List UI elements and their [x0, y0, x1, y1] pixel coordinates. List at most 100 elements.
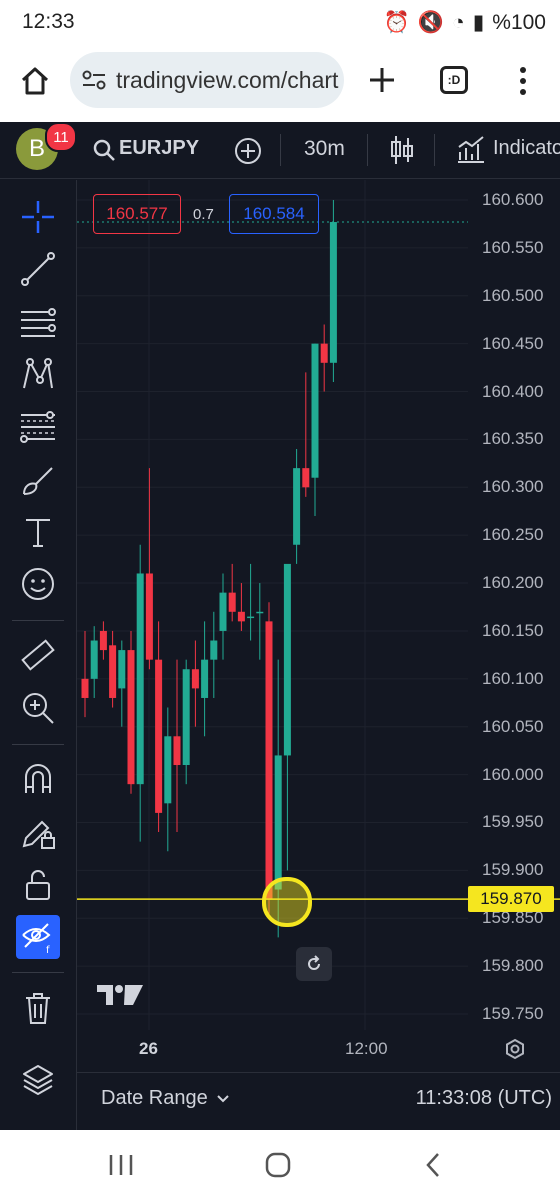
- new-tab-icon[interactable]: [368, 66, 396, 94]
- price-tick-label: 160.550: [482, 237, 544, 257]
- candle-body: [145, 573, 153, 660]
- date-range-button[interactable]: Date Range: [101, 1087, 230, 1110]
- home-nav-icon[interactable]: [264, 1152, 292, 1178]
- trend-line-icon: [21, 252, 55, 286]
- candle-body: [210, 640, 218, 660]
- candle-body: [228, 592, 236, 612]
- object-tree-tool[interactable]: [16, 1058, 60, 1102]
- candle[interactable]: [155, 621, 163, 833]
- candle[interactable]: [201, 621, 209, 737]
- candle-body: [311, 343, 319, 478]
- interval-button[interactable]: 30m: [304, 137, 345, 161]
- emoji-tool[interactable]: [16, 562, 60, 606]
- candle-body: [109, 645, 117, 698]
- spread-label: 0.7: [193, 206, 214, 223]
- zoom-tool[interactable]: [16, 686, 60, 730]
- alarm-icon: ⏰: [383, 10, 410, 34]
- candle[interactable]: [173, 659, 181, 833]
- status-time: 12:33: [22, 10, 75, 33]
- magnet-icon: [25, 764, 51, 793]
- lock-all-tool[interactable]: [16, 863, 60, 907]
- candle-body: [191, 669, 199, 689]
- candle-body: [136, 573, 144, 785]
- indicators-icon[interactable]: [456, 134, 486, 164]
- fib-tool[interactable]: [16, 405, 60, 449]
- candle[interactable]: [145, 468, 153, 670]
- candle-body: [81, 678, 89, 698]
- candle[interactable]: [109, 630, 117, 708]
- candle-body: [320, 343, 328, 363]
- candle[interactable]: [237, 583, 245, 631]
- indicators-label[interactable]: Indicators: [493, 137, 560, 160]
- utc-clock[interactable]: 11:33:08 (UTC): [416, 1087, 552, 1110]
- chart-settings-icon[interactable]: [504, 1038, 526, 1060]
- candle-body: [164, 736, 172, 804]
- candle[interactable]: [219, 573, 227, 660]
- candle-body: [173, 736, 181, 766]
- drawing-toolbar: f: [0, 180, 77, 1130]
- candle[interactable]: [293, 448, 301, 564]
- candle-body: [283, 563, 291, 756]
- chevron-down-icon: [217, 1094, 229, 1102]
- price-axis[interactable]: 160.600 160.550 160.500 160.450 160.400 160.3…: [468, 180, 560, 1072]
- signal-icon: ▮: [472, 11, 485, 34]
- candle[interactable]: [136, 544, 144, 842]
- candle[interactable]: [320, 324, 328, 392]
- candle[interactable]: [191, 640, 199, 727]
- reset-icon: [308, 955, 320, 970]
- home-icon[interactable]: [20, 66, 50, 96]
- candle[interactable]: [311, 343, 319, 517]
- magnet-tool[interactable]: [16, 757, 60, 801]
- hide-drawings-tool[interactable]: f: [16, 915, 60, 959]
- symbol-label[interactable]: EURJPY: [119, 137, 199, 160]
- candle[interactable]: [164, 707, 172, 852]
- price-tick-label: 159.950: [482, 812, 544, 832]
- time-label-noon: 12:00: [345, 1039, 388, 1058]
- candle[interactable]: [256, 583, 264, 660]
- candle[interactable]: [265, 602, 273, 919]
- candle[interactable]: [247, 563, 255, 641]
- candle-body: [99, 630, 107, 651]
- candle[interactable]: [283, 563, 291, 871]
- price-tick-label: 160.250: [482, 525, 544, 545]
- trend-line-tool[interactable]: [16, 247, 60, 291]
- lock-drawings-tool[interactable]: [16, 810, 60, 854]
- candle[interactable]: [228, 563, 236, 622]
- buy-quote-button[interactable]: 160.584: [229, 194, 319, 234]
- pattern-tool[interactable]: [16, 352, 60, 396]
- candle[interactable]: [90, 626, 98, 698]
- fib-retracement-icon: [20, 411, 55, 443]
- price-tick-label: 160.450: [482, 333, 544, 353]
- candle[interactable]: [118, 640, 126, 727]
- horizontal-lines-tool[interactable]: [16, 300, 60, 344]
- price-tick-label: 160.200: [482, 573, 544, 593]
- candle[interactable]: [329, 200, 337, 382]
- tradingview-logo: [97, 985, 143, 1005]
- tab-switcher-button[interactable]: :D: [440, 66, 468, 94]
- more-menu-icon[interactable]: [518, 66, 528, 96]
- url-bar[interactable]: tradingview.com/chart: [70, 52, 344, 108]
- chart-type-candles-icon[interactable]: [390, 134, 414, 166]
- current-price-tag: 159.870: [468, 886, 554, 912]
- text-tool[interactable]: [16, 510, 60, 554]
- candle[interactable]: [210, 611, 218, 698]
- back-icon[interactable]: [424, 1152, 442, 1178]
- text-icon: [26, 519, 50, 547]
- candle[interactable]: [81, 630, 89, 718]
- candle-body: [302, 468, 310, 488]
- site-settings-icon[interactable]: [82, 69, 106, 91]
- remove-drawings-tool[interactable]: [16, 986, 60, 1030]
- smiley-icon: [22, 568, 54, 600]
- search-icon[interactable]: [92, 138, 116, 162]
- price-tick-label: 160.050: [482, 716, 544, 736]
- compare-add-icon[interactable]: [233, 136, 263, 166]
- candle[interactable]: [99, 621, 107, 660]
- crosshair-tool[interactable]: [16, 195, 60, 239]
- candle[interactable]: [127, 630, 135, 794]
- recent-apps-icon[interactable]: [108, 1154, 134, 1176]
- brush-tool[interactable]: [16, 458, 60, 502]
- reset-chart-button[interactable]: [296, 947, 332, 981]
- sell-quote-button[interactable]: 160.577: [93, 194, 181, 234]
- measure-tool[interactable]: [16, 633, 60, 677]
- candle[interactable]: [182, 659, 190, 785]
